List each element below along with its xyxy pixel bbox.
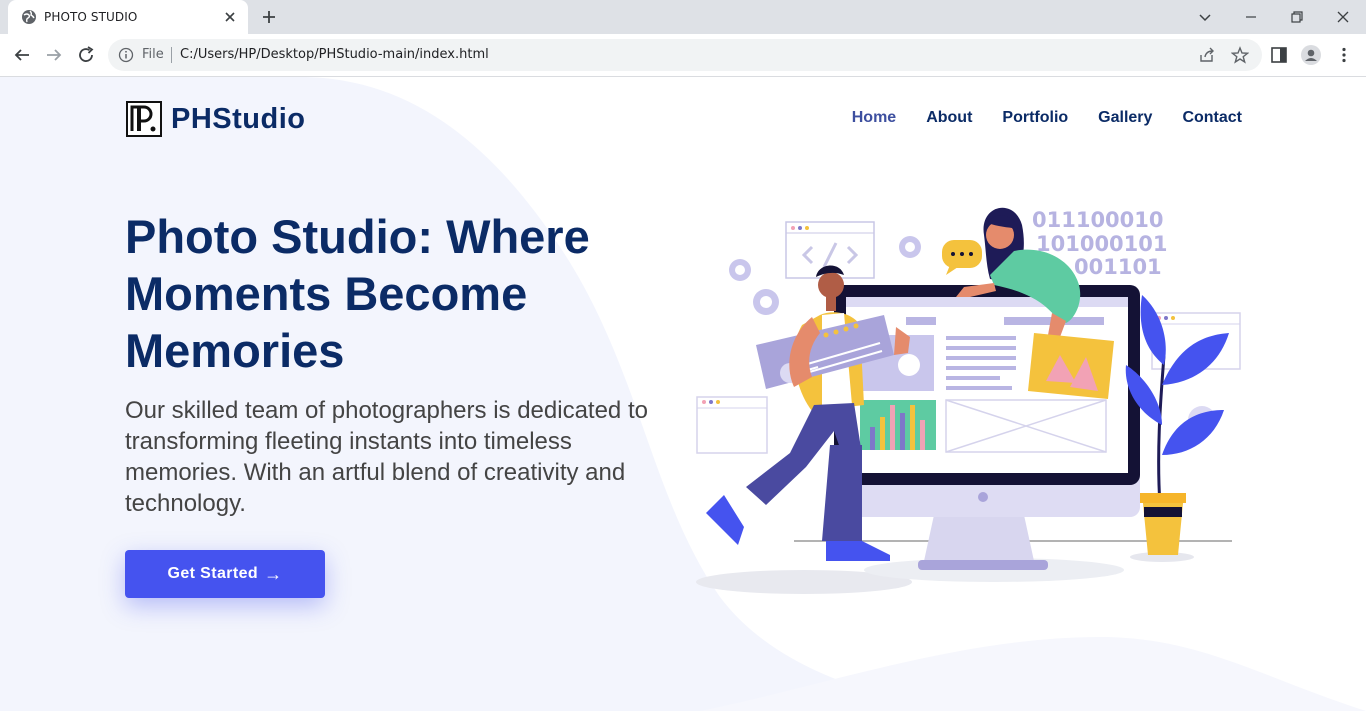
arrow-right-icon: →: [264, 563, 283, 584]
tab-title: PHOTO STUDIO: [44, 10, 138, 24]
browser-tab-strip: PHOTO STUDIO: [0, 0, 1366, 34]
binary-line-2: 101000101: [1036, 232, 1168, 256]
side-panel-icon[interactable]: [1269, 45, 1289, 65]
browser-toolbar: File C:/Users/HP/Desktop/PHStudio-main/i…: [0, 34, 1366, 77]
nav-link-portfolio[interactable]: Portfolio: [1002, 109, 1068, 127]
get-started-label: Get Started: [167, 565, 259, 582]
restore-icon[interactable]: [1285, 5, 1309, 29]
close-window-icon[interactable]: [1331, 5, 1355, 29]
back-arrow-icon[interactable]: [11, 44, 33, 66]
photo-card-illustration: [1028, 333, 1114, 399]
hero-title: Photo Studio: Where Moments Become Memor…: [125, 210, 590, 377]
minimize-icon[interactable]: [1239, 5, 1263, 29]
site-logo[interactable]: PHStudio: [126, 101, 306, 137]
tab-search-chevron-icon[interactable]: [1193, 5, 1217, 29]
share-icon[interactable]: [1198, 46, 1216, 64]
hero-description: Our skilled team of photographers is ded…: [125, 397, 648, 517]
reload-icon[interactable]: [75, 44, 97, 66]
main-nav: Home About Portfolio Gallery Contact: [822, 109, 1242, 127]
bookmark-star-icon[interactable]: [1231, 46, 1249, 64]
nav-link-about[interactable]: About: [926, 109, 972, 127]
web-page: PHStudio Home About Portfolio Gallery Co…: [0, 77, 1366, 711]
forward-arrow-icon[interactable]: [43, 44, 65, 66]
logo-mark-icon: [126, 101, 162, 137]
logo-text: PHStudio: [171, 102, 306, 135]
chip-divider: [171, 47, 172, 63]
hero-illustration: 011100010 101000101 001101: [696, 207, 1241, 594]
file-scheme-label: File: [142, 47, 164, 62]
url-text[interactable]: C:/Users/HP/Desktop/PHStudio-main/index.…: [180, 47, 489, 62]
browser-tab[interactable]: PHOTO STUDIO: [8, 0, 248, 34]
globe-icon: [22, 10, 36, 24]
new-tab-icon[interactable]: [259, 7, 279, 27]
address-bar[interactable]: File C:/Users/HP/Desktop/PHStudio-main/i…: [108, 39, 1262, 71]
binary-line-3: 001101: [1074, 255, 1162, 279]
profile-avatar-icon[interactable]: [1301, 45, 1321, 65]
nav-link-home[interactable]: Home: [852, 109, 896, 127]
get-started-button[interactable]: Get Started →: [125, 550, 325, 598]
nav-link-contact[interactable]: Contact: [1182, 109, 1242, 127]
info-icon[interactable]: [118, 47, 134, 63]
nav-link-gallery[interactable]: Gallery: [1098, 109, 1152, 127]
close-tab-icon[interactable]: [221, 8, 239, 26]
kebab-menu-icon[interactable]: [1334, 45, 1354, 65]
binary-line-1: 011100010: [1032, 208, 1164, 232]
